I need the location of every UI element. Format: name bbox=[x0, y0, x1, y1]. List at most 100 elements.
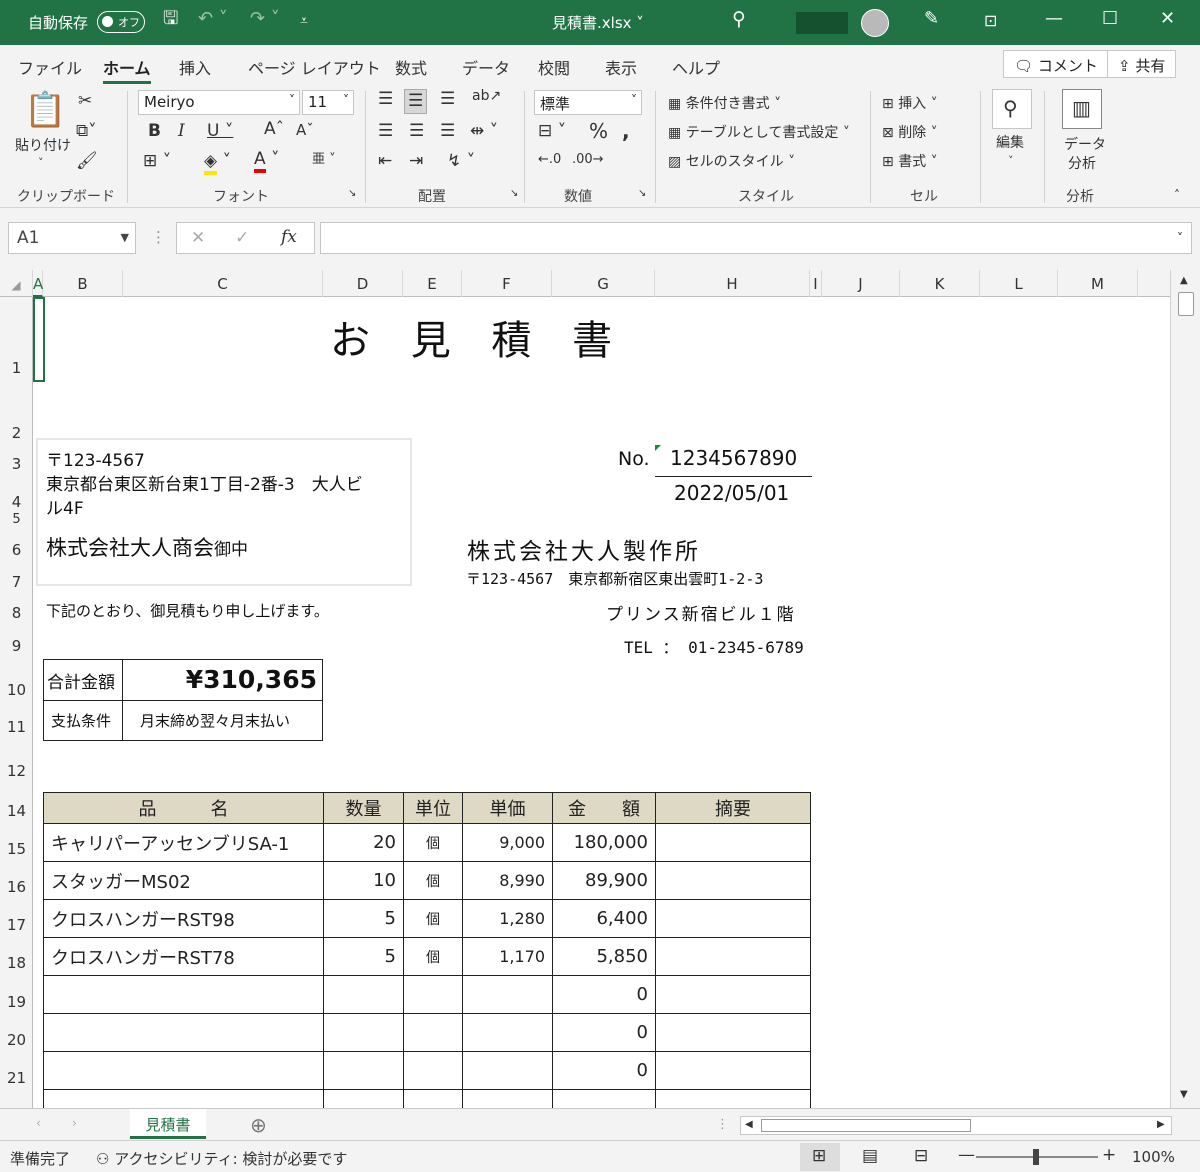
next-sheet-icon[interactable]: › bbox=[72, 1117, 77, 1129]
row-header[interactable]: 15 bbox=[0, 840, 33, 858]
accounting-format-icon[interactable]: ⊟ ˅ bbox=[538, 123, 566, 140]
font-color-icon[interactable]: A ˅ bbox=[254, 149, 280, 173]
increase-decimal-icon[interactable]: ←.0 bbox=[538, 153, 561, 166]
tab-home[interactable]: ホーム bbox=[103, 55, 151, 84]
item-unit[interactable] bbox=[403, 1013, 463, 1052]
customize-qat-icon[interactable]: ⩡ bbox=[300, 14, 308, 28]
item-qty[interactable] bbox=[323, 975, 404, 1014]
italic-icon[interactable]: I bbox=[178, 123, 185, 140]
row-header[interactable]: 18 bbox=[0, 954, 33, 972]
item-price[interactable]: 8,990 bbox=[462, 861, 553, 900]
item-qty[interactable]: 5 bbox=[323, 937, 404, 976]
item-unit[interactable] bbox=[403, 975, 463, 1014]
scrollbar-thumb[interactable] bbox=[1178, 292, 1194, 316]
increase-indent-icon[interactable]: ⇥ bbox=[409, 153, 423, 170]
decrease-decimal-icon[interactable]: .00→ bbox=[572, 153, 604, 166]
zoom-in-icon[interactable]: + bbox=[1102, 1147, 1116, 1164]
item-note[interactable] bbox=[655, 1013, 811, 1052]
save-icon[interactable]: 🖫 bbox=[163, 10, 178, 28]
item-unit[interactable]: 個 bbox=[403, 823, 463, 862]
redo-icon[interactable]: ↷ ˅ bbox=[250, 10, 280, 28]
font-size-select[interactable]: 11 ˅ bbox=[302, 90, 354, 115]
horizontal-scrollbar[interactable]: ◀ ▶ bbox=[740, 1116, 1172, 1135]
column-header-d[interactable]: D bbox=[323, 270, 403, 297]
tab-page-layout[interactable]: ページ レイアウト bbox=[248, 55, 381, 79]
row-header[interactable]: 17 bbox=[0, 916, 33, 934]
item-unit[interactable] bbox=[403, 1051, 463, 1090]
row-header[interactable]: 5 bbox=[0, 512, 33, 527]
item-unit[interactable]: 個 bbox=[403, 899, 463, 938]
number-format-select[interactable]: 標準 ˅ bbox=[534, 90, 642, 115]
split-handle-icon[interactable]: ⋮ bbox=[716, 1118, 729, 1131]
align-bottom-icon[interactable]: ☰ bbox=[440, 91, 455, 108]
ribbon-display-icon[interactable]: ⊡ bbox=[984, 13, 997, 29]
item-note[interactable] bbox=[655, 1051, 811, 1090]
column-header-h[interactable]: H bbox=[655, 270, 810, 297]
tab-help[interactable]: ヘルプ bbox=[672, 55, 720, 79]
share-button[interactable]: ⇪ 共有 bbox=[1107, 50, 1177, 78]
item-amount[interactable]: 0 bbox=[552, 1013, 656, 1052]
data-analysis-label-2[interactable]: 分析 bbox=[1068, 153, 1096, 173]
data-analysis-label-1[interactable]: データ bbox=[1064, 134, 1106, 154]
format-painter-icon[interactable]: 🖌 bbox=[76, 153, 98, 170]
item-amount[interactable]: 0 bbox=[552, 1051, 656, 1090]
item-unit[interactable]: 個 bbox=[403, 861, 463, 900]
phonetic-icon[interactable]: 亜 ˅ bbox=[312, 153, 336, 166]
window-title[interactable]: 見積書.xlsx ˅ bbox=[552, 12, 644, 33]
item-note[interactable] bbox=[655, 937, 811, 976]
zoom-slider-handle[interactable] bbox=[1033, 1149, 1039, 1165]
item-amount[interactable]: 180,000 bbox=[552, 823, 656, 862]
fill-color-icon[interactable]: ◈ ˅ bbox=[204, 151, 231, 175]
vertical-scrollbar[interactable]: ▲ ▼ bbox=[1170, 270, 1200, 1108]
row-header[interactable]: 9 bbox=[0, 637, 33, 655]
paste-label[interactable]: 貼り付け bbox=[15, 135, 71, 155]
borders-icon[interactable]: ⊞ ˅ bbox=[143, 153, 171, 170]
row-header[interactable]: 12 bbox=[0, 762, 33, 780]
paste-icon[interactable]: 📋 bbox=[24, 93, 66, 127]
item-note[interactable] bbox=[655, 975, 811, 1014]
column-header-c[interactable]: C bbox=[123, 270, 323, 297]
add-sheet-icon[interactable]: ⊕ bbox=[250, 1115, 267, 1135]
dialog-launcher-icon[interactable]: ↘ bbox=[638, 189, 646, 199]
item-amount[interactable]: 89,900 bbox=[552, 861, 656, 900]
item-price[interactable]: 9,000 bbox=[462, 823, 553, 862]
column-header-i[interactable]: I bbox=[810, 270, 822, 297]
underline-icon[interactable]: U ˅ bbox=[207, 123, 233, 140]
tab-review[interactable]: 校閲 bbox=[538, 55, 570, 79]
column-header-j[interactable]: J bbox=[822, 270, 900, 297]
delete-cells-button[interactable]: ⊠ 削除 ˅ bbox=[882, 122, 938, 142]
increase-font-icon[interactable]: Aˆ bbox=[264, 121, 284, 138]
hscroll-thumb[interactable] bbox=[761, 1119, 971, 1132]
item-qty[interactable]: 10 bbox=[323, 861, 404, 900]
align-left-icon[interactable]: ☰ bbox=[378, 123, 393, 140]
percent-icon[interactable]: % bbox=[589, 121, 608, 141]
item-qty[interactable] bbox=[323, 1051, 404, 1090]
row-header[interactable]: 3 bbox=[0, 455, 33, 473]
column-header-e[interactable]: E bbox=[403, 270, 462, 297]
item-name[interactable]: クロスハンガーRST78 bbox=[43, 937, 324, 976]
zoom-out-icon[interactable]: — bbox=[958, 1147, 975, 1164]
collapse-ribbon-icon[interactable]: ˄ bbox=[1174, 189, 1180, 201]
row-header[interactable]: 20 bbox=[0, 1031, 33, 1049]
tab-view[interactable]: 表示 bbox=[605, 55, 637, 79]
item-note[interactable] bbox=[655, 899, 811, 938]
item-note[interactable] bbox=[655, 823, 811, 862]
tab-file[interactable]: ファイル bbox=[18, 55, 82, 79]
zoom-level[interactable]: 100% bbox=[1132, 1148, 1175, 1166]
accessibility-status[interactable]: ⚇ アクセシビリティ: 検討が必要です bbox=[96, 1148, 347, 1169]
item-name[interactable]: スタッガーMS02 bbox=[43, 861, 324, 900]
item-amount[interactable]: 5,850 bbox=[552, 937, 656, 976]
scroll-right-icon[interactable]: ▶ bbox=[1157, 1120, 1165, 1130]
item-name[interactable] bbox=[43, 1089, 324, 1108]
row-header[interactable]: 4 bbox=[0, 493, 33, 511]
item-note[interactable] bbox=[655, 861, 811, 900]
comma-style-icon[interactable]: , bbox=[622, 121, 630, 141]
orientation-icon[interactable]: ab↗ bbox=[472, 89, 501, 103]
conditional-formatting-button[interactable]: ▦ 条件付き書式 ˅ bbox=[668, 93, 781, 113]
item-name[interactable] bbox=[43, 1051, 324, 1090]
edit-label[interactable]: 編集 bbox=[996, 132, 1024, 152]
cut-icon[interactable]: ✂ bbox=[78, 93, 92, 110]
column-header-b[interactable]: B bbox=[43, 270, 123, 297]
row-header[interactable]: 2 bbox=[0, 424, 33, 442]
undo-icon[interactable]: ↶ ˅ bbox=[198, 10, 228, 28]
